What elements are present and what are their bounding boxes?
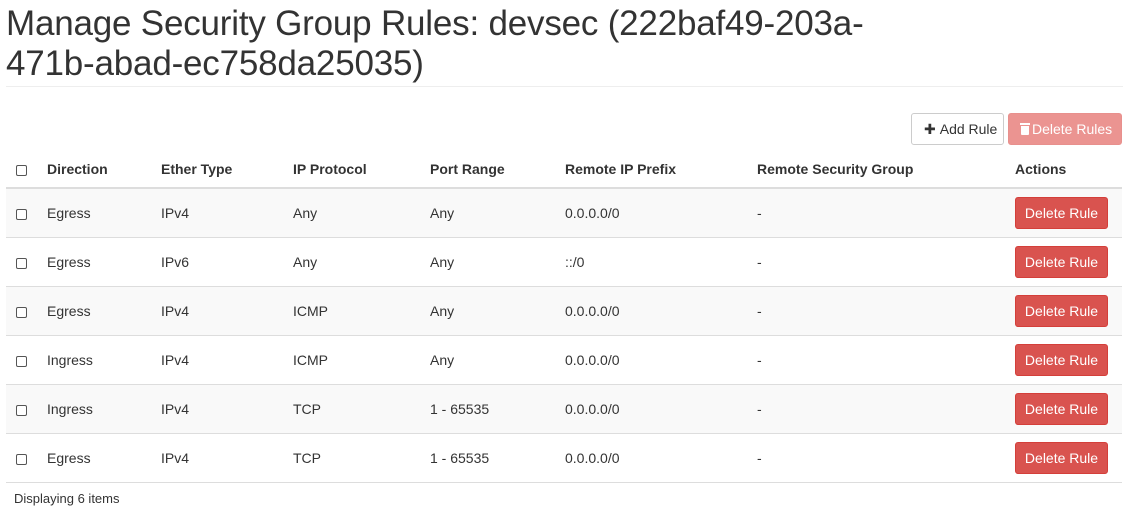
delete-rule-button[interactable]: Delete Rule [1015, 197, 1108, 229]
header-remote-security-group[interactable]: Remote Security Group [757, 151, 1015, 189]
header-direction[interactable]: Direction [47, 151, 161, 189]
cell-port-range: Any [430, 286, 565, 336]
cell-ether-type: IPv6 [161, 237, 293, 287]
add-rule-label: Add Rule [939, 121, 998, 137]
cell-remote-ip-prefix: 0.0.0.0/0 [565, 286, 757, 336]
table-row: Egress IPv4 ICMP Any 0.0.0.0/0 - Delete … [6, 286, 1122, 336]
rules-table: Direction Ether Type IP Protocol Port Ra… [6, 151, 1122, 483]
cell-ether-type: IPv4 [161, 433, 293, 483]
table-row: Egress IPv6 Any Any ::/0 - Delete Rule [6, 237, 1122, 287]
delete-rules-label: Delete Rules [1032, 121, 1113, 137]
header-ether-type[interactable]: Ether Type [161, 151, 293, 189]
cell-remote-security-group: - [757, 335, 1015, 385]
cell-ip-protocol: TCP [293, 384, 430, 434]
row-checkbox[interactable] [16, 404, 27, 416]
select-all-cell [6, 151, 47, 189]
header-ip-protocol[interactable]: IP Protocol [293, 151, 430, 189]
cell-ip-protocol: Any [293, 237, 430, 287]
add-rule-button[interactable]: ✚ Add Rule [911, 113, 1004, 145]
header-actions: Actions [1015, 151, 1122, 189]
cell-direction: Ingress [47, 384, 161, 434]
cell-direction: Egress [47, 237, 161, 287]
table-row: Egress IPv4 TCP 1 - 65535 0.0.0.0/0 - De… [6, 433, 1122, 483]
delete-rule-button[interactable]: Delete Rule [1015, 442, 1108, 474]
table-row: Ingress IPv4 ICMP Any 0.0.0.0/0 - Delete… [6, 335, 1122, 385]
cell-ip-protocol: ICMP [293, 286, 430, 336]
cell-remote-ip-prefix: 0.0.0.0/0 [565, 335, 757, 385]
cell-direction: Ingress [47, 335, 161, 385]
select-all-checkbox[interactable] [16, 164, 27, 176]
plus-icon: ✚ [924, 121, 936, 137]
cell-remote-ip-prefix: 0.0.0.0/0 [565, 433, 757, 483]
delete-rule-button[interactable]: Delete Rule [1015, 393, 1108, 425]
trash-icon [1020, 123, 1030, 135]
cell-remote-security-group: - [757, 384, 1015, 434]
delete-rule-button[interactable]: Delete Rule [1015, 295, 1108, 327]
row-checkbox[interactable] [16, 208, 27, 220]
cell-remote-ip-prefix: 0.0.0.0/0 [565, 384, 757, 434]
cell-ip-protocol: Any [293, 187, 430, 238]
cell-port-range: Any [430, 335, 565, 385]
row-checkbox[interactable] [16, 306, 27, 318]
header-port-range[interactable]: Port Range [430, 151, 565, 189]
item-count: Displaying 6 items [14, 491, 120, 506]
delete-rules-button[interactable]: Delete Rules [1008, 113, 1122, 145]
cell-direction: Egress [47, 433, 161, 483]
table-row: Egress IPv4 Any Any 0.0.0.0/0 - Delete R… [6, 187, 1122, 238]
cell-port-range: 1 - 65535 [430, 433, 565, 483]
cell-remote-security-group: - [757, 237, 1015, 287]
cell-ip-protocol: ICMP [293, 335, 430, 385]
cell-direction: Egress [47, 187, 161, 238]
row-checkbox[interactable] [16, 453, 27, 465]
cell-remote-security-group: - [757, 433, 1015, 483]
delete-rule-button[interactable]: Delete Rule [1015, 246, 1108, 278]
cell-ether-type: IPv4 [161, 286, 293, 336]
cell-ether-type: IPv4 [161, 384, 293, 434]
cell-ip-protocol: TCP [293, 433, 430, 483]
cell-port-range: Any [430, 237, 565, 287]
cell-port-range: 1 - 65535 [430, 384, 565, 434]
cell-ether-type: IPv4 [161, 187, 293, 238]
table-header-row: Direction Ether Type IP Protocol Port Ra… [6, 151, 1122, 189]
cell-remote-security-group: - [757, 187, 1015, 238]
cell-remote-ip-prefix: ::/0 [565, 237, 757, 287]
page-title: Manage Security Group Rules: devsec (222… [6, 4, 864, 83]
cell-ether-type: IPv4 [161, 335, 293, 385]
row-checkbox[interactable] [16, 257, 27, 269]
title-divider [6, 86, 1123, 87]
cell-remote-ip-prefix: 0.0.0.0/0 [565, 187, 757, 238]
row-checkbox[interactable] [16, 355, 27, 367]
header-remote-ip-prefix[interactable]: Remote IP Prefix [565, 151, 757, 189]
table-row: Ingress IPv4 TCP 1 - 65535 0.0.0.0/0 - D… [6, 384, 1122, 434]
cell-remote-security-group: - [757, 286, 1015, 336]
delete-rule-button[interactable]: Delete Rule [1015, 344, 1108, 376]
cell-direction: Egress [47, 286, 161, 336]
cell-port-range: Any [430, 187, 565, 238]
